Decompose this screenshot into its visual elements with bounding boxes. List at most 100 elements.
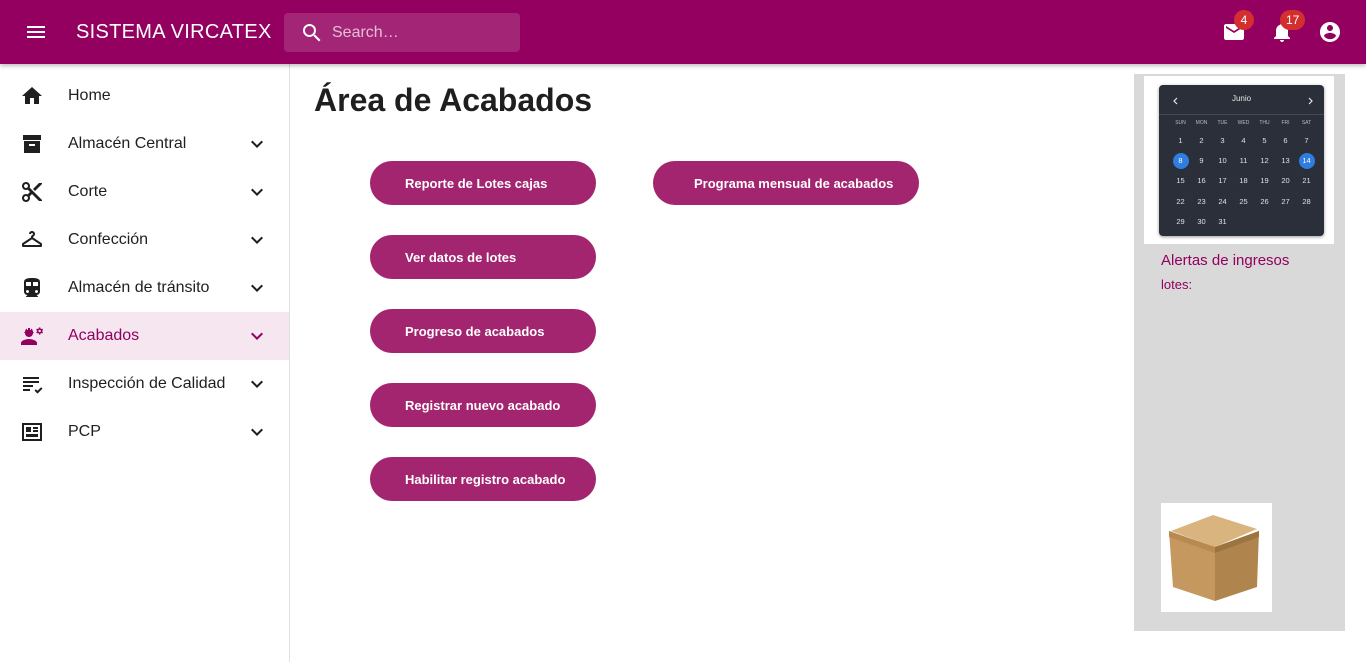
- chevron-down-icon[interactable]: [245, 420, 269, 444]
- mail-button[interactable]: 4: [1222, 10, 1254, 44]
- calendar-day[interactable]: 15: [1173, 173, 1189, 189]
- calendar-day-cell: 19: [1254, 173, 1275, 193]
- calendar-day[interactable]: 18: [1236, 173, 1252, 189]
- sidebar-item-label: Confección: [68, 231, 149, 248]
- calendar-day[interactable]: 26: [1257, 194, 1273, 210]
- calendar-day[interactable]: 5: [1257, 133, 1273, 149]
- sidebar-item-confeccion[interactable]: Confección: [0, 216, 289, 264]
- chevron-down-icon[interactable]: [245, 228, 269, 252]
- calendar-day[interactable]: 30: [1194, 214, 1210, 230]
- train-icon: [20, 276, 44, 300]
- calendar-day[interactable]: 29: [1173, 214, 1189, 230]
- calendar-day[interactable]: 22: [1173, 194, 1189, 210]
- search-box[interactable]: [284, 13, 520, 52]
- calendar-day-cell: 22: [1170, 194, 1191, 214]
- calendar-day-cell: 31: [1212, 214, 1233, 234]
- calendar-day[interactable]: 25: [1236, 194, 1252, 210]
- home-icon: [20, 84, 44, 108]
- sidebar-item-label: PCP: [68, 423, 101, 440]
- ver-datos-lotes-button[interactable]: Ver datos de lotes: [370, 235, 596, 279]
- calendar-day-cell: 14: [1296, 153, 1317, 173]
- calendar-day[interactable]: 24: [1215, 194, 1231, 210]
- alerts-title: Alertas de ingresos: [1161, 252, 1290, 269]
- hanger-icon: [20, 228, 44, 252]
- calendar-frame: Junio SUN MON TUE WED THU FRI SAT 1 2 3 4 5 6 7 8 9 10 1…: [1144, 76, 1334, 244]
- calendar-days: 1 2 3 4 5 6 7 8 9 10 11 12 13 14 15 16 17 18 19 20 21 22 23 24 2…: [1170, 133, 1317, 234]
- calendar-day[interactable]: 23: [1194, 194, 1210, 210]
- sidebar-item-pcp[interactable]: PCP: [0, 408, 289, 456]
- menu-icon[interactable]: [24, 20, 48, 44]
- habilitar-registro-button[interactable]: Habilitar registro acabado: [370, 457, 596, 501]
- calendar-day[interactable]: 6: [1278, 133, 1294, 149]
- account-circle-icon: [1320, 22, 1340, 42]
- app-title: SISTEMA VIRCATEX: [76, 21, 272, 43]
- calendar-day[interactable]: 2: [1194, 133, 1210, 149]
- calendar-day-cell: 16: [1191, 173, 1212, 193]
- notifications-button[interactable]: 17: [1270, 10, 1306, 44]
- calendar-day[interactable]: 11: [1236, 153, 1252, 169]
- chevron-down-icon[interactable]: [245, 132, 269, 156]
- calendar-day[interactable]: 27: [1278, 194, 1294, 210]
- calendar-day-cell: 30: [1191, 214, 1212, 234]
- calendar-day[interactable]: 8: [1172, 153, 1189, 170]
- calendar-day[interactable]: 10: [1215, 153, 1231, 169]
- calendar-day-cell: 5: [1254, 133, 1275, 153]
- sidebar-item-corte[interactable]: Corte: [0, 168, 289, 216]
- sidebar-item-inspeccion-calidad[interactable]: Inspección de Calidad: [0, 360, 289, 408]
- calendar-day-cell: 8: [1170, 153, 1191, 173]
- calendar-day[interactable]: 3: [1215, 133, 1231, 149]
- calendar-day[interactable]: 9: [1194, 153, 1210, 169]
- calendar-day[interactable]: 17: [1215, 173, 1231, 189]
- calendar-day-cell: 15: [1170, 173, 1191, 193]
- registrar-acabado-button[interactable]: Registrar nuevo acabado: [370, 383, 596, 427]
- calendar-weekday: FRI: [1281, 120, 1290, 126]
- sidebar-item-label: Acabados: [68, 327, 140, 344]
- chevron-right-icon[interactable]: [1305, 93, 1315, 105]
- calendar-day[interactable]: 31: [1215, 214, 1231, 230]
- calendar-day-cell: 7: [1296, 133, 1317, 153]
- calendar-day-cell: 26: [1254, 194, 1275, 214]
- app-bar: SISTEMA VIRCATEX 4 17: [0, 0, 1366, 64]
- account-button[interactable]: [1318, 20, 1342, 44]
- calendar-day-cell: 25: [1233, 194, 1254, 214]
- calendar-day[interactable]: 14: [1298, 153, 1315, 170]
- sidebar: Home Almacén Central Corte Confección Al…: [0, 64, 290, 662]
- chevron-down-icon[interactable]: [245, 180, 269, 204]
- calendar-day-cell: 10: [1212, 153, 1233, 173]
- calendar-day[interactable]: 13: [1278, 153, 1294, 169]
- scissors-icon: [20, 180, 44, 204]
- progreso-acabados-button[interactable]: Progreso de acabados: [370, 309, 596, 353]
- chevron-down-icon[interactable]: [245, 372, 269, 396]
- calendar-day[interactable]: 4: [1236, 133, 1252, 149]
- page-title: Área de Acabados: [314, 82, 593, 118]
- calendar-day-cell: 3: [1212, 133, 1233, 153]
- calendar-day-cell: 20: [1275, 173, 1296, 193]
- search-input[interactable]: [332, 23, 502, 42]
- calendar-day[interactable]: 21: [1299, 173, 1315, 189]
- calendar-day[interactable]: 20: [1278, 173, 1294, 189]
- sidebar-item-home[interactable]: Home: [0, 72, 289, 120]
- calendar-day-cell: 24: [1212, 194, 1233, 214]
- sidebar-item-almacen-transito[interactable]: Almacén de tránsito: [0, 264, 289, 312]
- calendar-day-cell: 23: [1191, 194, 1212, 214]
- calendar-day[interactable]: 7: [1299, 133, 1315, 149]
- calendar-day-cell: 27: [1275, 194, 1296, 214]
- chevron-down-icon[interactable]: [245, 276, 269, 300]
- calendar-day[interactable]: 12: [1257, 153, 1273, 169]
- calendar-day[interactable]: 1: [1173, 133, 1189, 149]
- sidebar-item-label: Home: [68, 87, 111, 104]
- box-image: [1161, 503, 1272, 612]
- calendar-day[interactable]: 19: [1257, 173, 1273, 189]
- calendar-day-cell: 6: [1275, 133, 1296, 153]
- calendar-day[interactable]: 16: [1194, 173, 1210, 189]
- reporte-lotes-button[interactable]: Reporte de Lotes cajas: [370, 161, 596, 205]
- sidebar-item-almacen-central[interactable]: Almacén Central: [0, 120, 289, 168]
- calendar-day[interactable]: 28: [1299, 194, 1315, 210]
- calendar-weekday: THU: [1259, 120, 1270, 126]
- chevron-down-icon[interactable]: [245, 324, 269, 348]
- calendar-day-cell: 18: [1233, 173, 1254, 193]
- calendar-divider: [1159, 114, 1324, 115]
- sidebar-item-acabados[interactable]: Acabados: [0, 312, 289, 360]
- cardboard-box-icon: [1169, 515, 1259, 601]
- programa-mensual-button[interactable]: Programa mensual de acabados: [653, 161, 919, 205]
